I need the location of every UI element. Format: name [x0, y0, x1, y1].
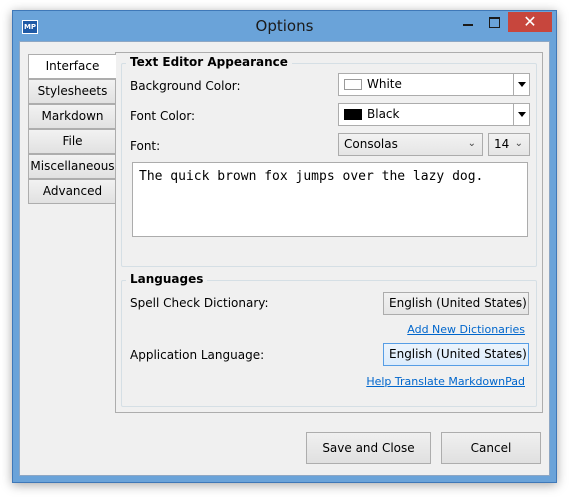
chevron-down-icon: ⌄ [467, 138, 476, 149]
background-color-label: Background Color: [130, 79, 241, 93]
dialog-body: Interface Stylesheets Markdown File Misc… [19, 41, 550, 476]
chevron-down-icon[interactable] [513, 74, 529, 95]
tab-interface[interactable]: Interface [28, 54, 116, 79]
close-button[interactable]: ✕ [508, 12, 552, 32]
font-color-label: Font Color: [130, 109, 196, 123]
tab-file[interactable]: File [28, 129, 116, 154]
group-title: Languages [126, 272, 208, 286]
font-value: Consolas [344, 137, 398, 151]
color-swatch [344, 109, 362, 120]
help-translate-link[interactable]: Help Translate MarkdownPad [366, 375, 525, 388]
chevron-down-icon: ⌄ [513, 297, 522, 308]
color-swatch [344, 79, 362, 90]
font-select[interactable]: Consolas ⌄ [338, 133, 483, 156]
background-color-combo[interactable]: White [338, 73, 530, 96]
tab-stylesheets[interactable]: Stylesheets [28, 79, 116, 104]
tab-miscellaneous[interactable]: Miscellaneous [28, 154, 116, 179]
font-size-select[interactable]: 14 ⌄ [488, 133, 530, 156]
maximize-button[interactable] [481, 12, 507, 32]
languages-group: Languages Spell Check Dictionary: Englis… [121, 272, 537, 407]
spell-check-select[interactable]: English (United States) ⌄ [383, 292, 529, 315]
background-color-value: White [367, 77, 402, 91]
font-label: Font: [130, 139, 161, 153]
chevron-down-icon[interactable] [513, 104, 529, 125]
font-preview-box: The quick brown fox jumps over the lazy … [132, 162, 528, 237]
font-color-combo[interactable]: Black [338, 103, 530, 126]
spell-check-value: English (United States) [389, 296, 527, 310]
save-and-close-button[interactable]: Save and Close [306, 432, 431, 464]
tab-advanced[interactable]: Advanced [28, 179, 116, 204]
options-window: MP Options ✕ Interface Stylesheets Markd… [12, 10, 557, 483]
interface-panel: Text Editor Appearance Background Color:… [115, 52, 543, 413]
font-size-value: 14 [494, 137, 510, 151]
text-editor-appearance-group: Text Editor Appearance Background Color:… [121, 55, 537, 267]
chevron-down-icon: ⌄ [513, 348, 522, 359]
close-icon: ✕ [523, 12, 537, 31]
cancel-button[interactable]: Cancel [441, 432, 541, 464]
add-new-dictionaries-link[interactable]: Add New Dictionaries [407, 323, 525, 336]
application-language-label: Application Language: [130, 348, 265, 362]
font-color-value: Black [367, 107, 400, 121]
title-bar[interactable]: MP Options ✕ [13, 11, 556, 41]
minimize-button[interactable] [455, 12, 481, 32]
group-title: Text Editor Appearance [126, 55, 292, 69]
spell-check-label: Spell Check Dictionary: [130, 296, 269, 310]
application-language-select[interactable]: English (United States) ⌄ [383, 343, 529, 366]
tab-markdown[interactable]: Markdown [28, 104, 116, 129]
application-language-value: English (United States) [389, 347, 527, 361]
chevron-down-icon: ⌄ [514, 138, 523, 149]
